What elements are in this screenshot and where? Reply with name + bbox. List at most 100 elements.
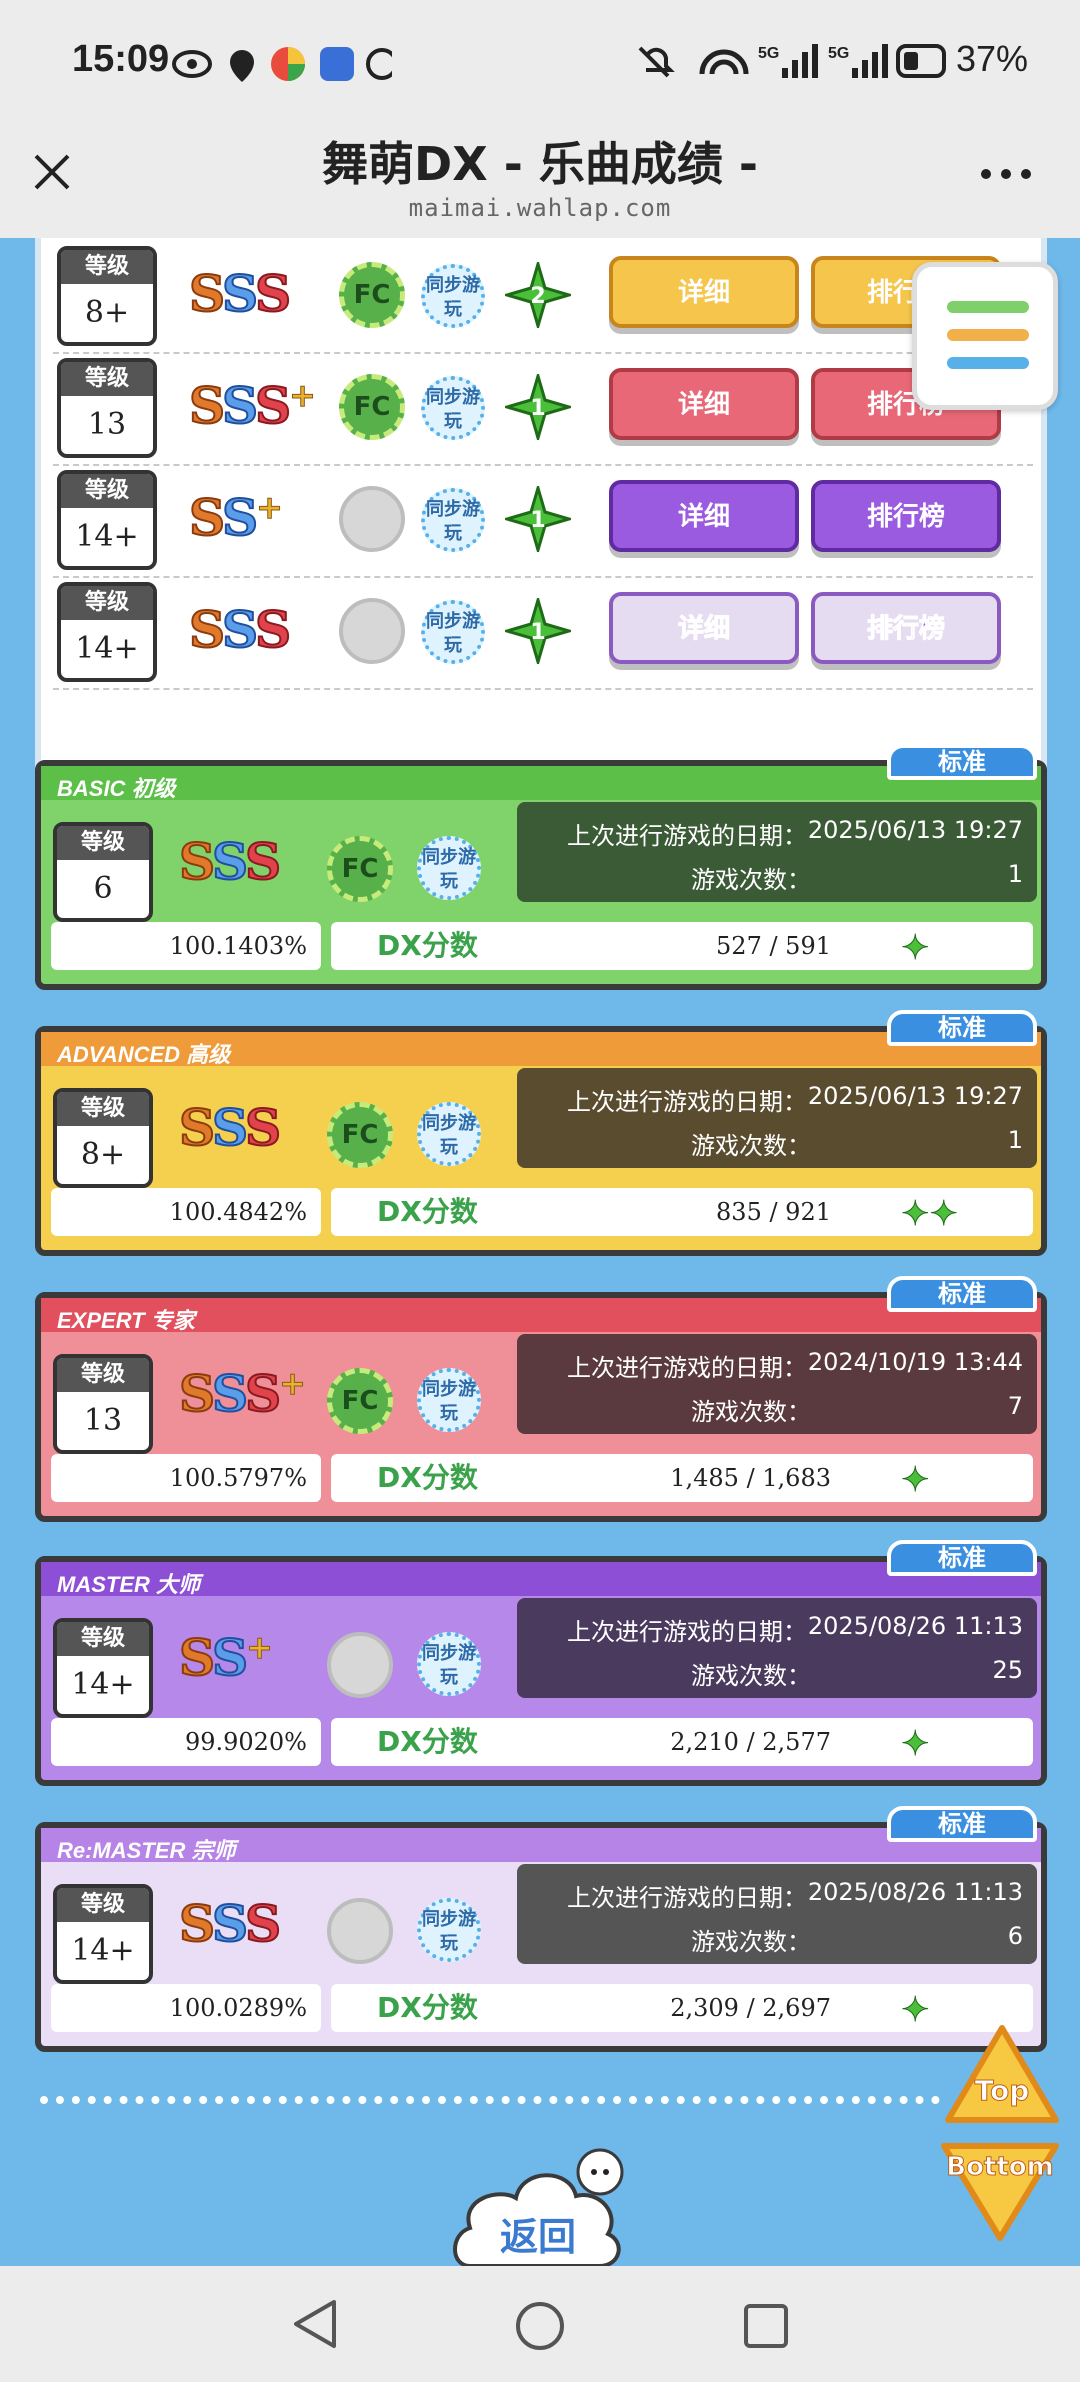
dx-score-value: 2,309 / 2,697: [670, 1994, 831, 2022]
scroll-bottom-button[interactable]: Bottom: [936, 2138, 1064, 2242]
fc-badge: FC: [339, 374, 405, 440]
difficulty-card: 标准 BASIC 初级 等级 6 SSS FC 同步游玩 上次进行游戏的日期： 2025/06/…: [35, 744, 1047, 990]
level-value: 13: [87, 407, 127, 442]
level-label: 等级: [61, 250, 153, 284]
last-play-date: 2025/06/13 19:27: [807, 816, 1023, 844]
rank-badge: SSS: [178, 1097, 282, 1158]
last-play-label: 上次进行游戏的日期：: [567, 822, 807, 850]
sync-play-badge: 同步游玩: [421, 488, 485, 552]
last-play-date: 2025/08/26 11:13: [807, 1878, 1023, 1906]
play-info-panel: 上次进行游戏的日期： 2025/06/13 19:27 游戏次数： 1: [517, 1068, 1037, 1168]
fc-badge: [339, 598, 405, 664]
play-count-label: 游戏次数：: [691, 866, 811, 894]
level-box: 等级 14+: [57, 582, 157, 682]
sync-play-badge: 同步游玩: [421, 600, 485, 664]
play-count: 25: [992, 1656, 1023, 1684]
back-button[interactable]: 返回: [450, 2138, 626, 2268]
detail-button[interactable]: 详细: [609, 480, 799, 552]
chart-type-tag: 标准: [887, 744, 1037, 780]
nav-back-icon[interactable]: [290, 2298, 340, 2350]
fc-badge: FC: [327, 1102, 393, 1168]
svg-text:5G: 5G: [758, 45, 779, 62]
battery-percent: 37%: [956, 38, 1029, 79]
svg-text:5G: 5G: [828, 45, 849, 62]
dx-star-icon: 1: [501, 370, 575, 444]
last-play-label: 上次进行游戏的日期：: [567, 1354, 807, 1382]
level-value: 14+: [75, 631, 139, 666]
detail-button[interactable]: 详细: [609, 592, 799, 664]
play-count-label: 游戏次数：: [691, 1928, 811, 1956]
accuracy: 99.9020%: [51, 1718, 321, 1766]
play-info-panel: 上次进行游戏的日期： 2025/08/26 11:13 游戏次数： 6: [517, 1864, 1037, 1964]
level-box: 等级 8+: [53, 1088, 153, 1188]
accuracy: 100.4842%: [51, 1188, 321, 1236]
sync-play-badge: 同步游玩: [421, 264, 485, 328]
play-count: 1: [1007, 860, 1023, 888]
dx-score-bar: DX分数 1,485 / 1,683 ✦: [331, 1454, 1033, 1502]
level-label: 等级: [61, 362, 153, 396]
detail-button[interactable]: 详细: [609, 256, 799, 328]
dx-star-icon: 1: [501, 594, 575, 668]
dx-star-icon: ✦: [901, 1990, 930, 2031]
dx-score-label: DX分数: [377, 1461, 478, 1494]
difficulty-card: 标准 MASTER 大师 等级 14+ SS+ 同步游玩 上次进行游戏的日期： 2025/08…: [35, 1540, 1047, 1786]
menu-icon[interactable]: [912, 262, 1058, 410]
dx-score-label: DX分数: [377, 1725, 478, 1758]
fc-badge: [339, 486, 405, 552]
play-count-label: 游戏次数：: [691, 1398, 811, 1426]
top-label: Top: [974, 2074, 1030, 2108]
scroll-top-button[interactable]: Top: [944, 2024, 1060, 2128]
sync-play-badge: 同步游玩: [417, 1368, 481, 1432]
dx-star-icon: 2: [501, 258, 575, 332]
level-label: 等级: [61, 474, 153, 508]
chart-type-tag: 标准: [887, 1806, 1037, 1842]
ranking-button[interactable]: 排行榜: [811, 592, 1001, 664]
status-bar: 15:09 5G 5G 37%: [0, 0, 1080, 128]
browser-header: 舞萌DX - 乐曲成绩 - maimai.wahlap.com: [0, 128, 1080, 238]
dotted-divider: [40, 2096, 940, 2106]
difficulty-card: 标准 EXPERT 专家 等级 13 SSS+ FC 同步游玩 上次进行游戏的日期： 2024/…: [35, 1276, 1047, 1522]
level-box: 等级 8+: [57, 246, 157, 346]
play-count-label: 游戏次数：: [691, 1662, 811, 1690]
fc-badge: FC: [327, 1368, 393, 1434]
score-row: 等级 14+ SS+ 同步游玩 1 详细 排行榜: [53, 466, 1033, 578]
dx-star-icon: ✦: [901, 1460, 930, 1501]
dx-score-label: DX分数: [377, 929, 478, 962]
more-icon[interactable]: [978, 166, 1034, 182]
ranking-button[interactable]: 排行榜: [811, 480, 1001, 552]
level-box: 等级 14+: [57, 470, 157, 570]
level-label: 等级: [61, 586, 153, 620]
play-info-panel: 上次进行游戏的日期： 2025/08/26 11:13 游戏次数： 25: [517, 1598, 1037, 1698]
last-play-label: 上次进行游戏的日期：: [567, 1088, 807, 1116]
bottom-label: Bottom: [946, 2152, 1055, 2183]
fc-badge: FC: [339, 262, 405, 328]
sync-play-badge: 同步游玩: [417, 1102, 481, 1166]
play-info-panel: 上次进行游戏的日期： 2025/06/13 19:27 游戏次数： 1: [517, 802, 1037, 902]
dx-star-icon: ✦: [901, 1724, 930, 1765]
rank-badge: SSS+: [188, 375, 316, 436]
signal-icons: 5G 5G: [638, 44, 946, 78]
play-count: 7: [1007, 1392, 1023, 1420]
fc-badge: [327, 1632, 393, 1698]
clock: 15:09: [72, 38, 170, 80]
dx-score-label: DX分数: [377, 1991, 478, 2024]
nav-home-icon[interactable]: [514, 2300, 566, 2352]
level-value: 14+: [71, 1667, 135, 1702]
dx-score-value: 527 / 591: [716, 932, 831, 960]
score-row: 等级 8+ SSS FC 同步游玩 2 详细 排行榜: [53, 242, 1033, 354]
level-label: 等级: [57, 826, 149, 860]
dx-star-icon: ✦: [901, 928, 930, 969]
last-play-date: 2025/06/13 19:27: [807, 1082, 1023, 1110]
accuracy: 100.1403%: [51, 922, 321, 970]
svg-text:1: 1: [530, 620, 545, 645]
difficulty-label: EXPERT 专家: [57, 1308, 195, 1333]
difficulty-label: Re:MASTER 宗师: [57, 1838, 236, 1863]
level-value: 8+: [84, 295, 130, 330]
back-label: 返回: [499, 2215, 576, 2259]
difficulty-label: BASIC 初级: [57, 776, 176, 801]
score-row: 等级 13 SSS+ FC 同步游玩 1 详细 排行榜: [53, 354, 1033, 466]
detail-button[interactable]: 详细: [609, 368, 799, 440]
sync-play-badge: 同步游玩: [417, 1898, 481, 1962]
nav-recents-icon[interactable]: [742, 2302, 790, 2350]
page-title: 舞萌DX - 乐曲成绩 -: [322, 137, 758, 191]
